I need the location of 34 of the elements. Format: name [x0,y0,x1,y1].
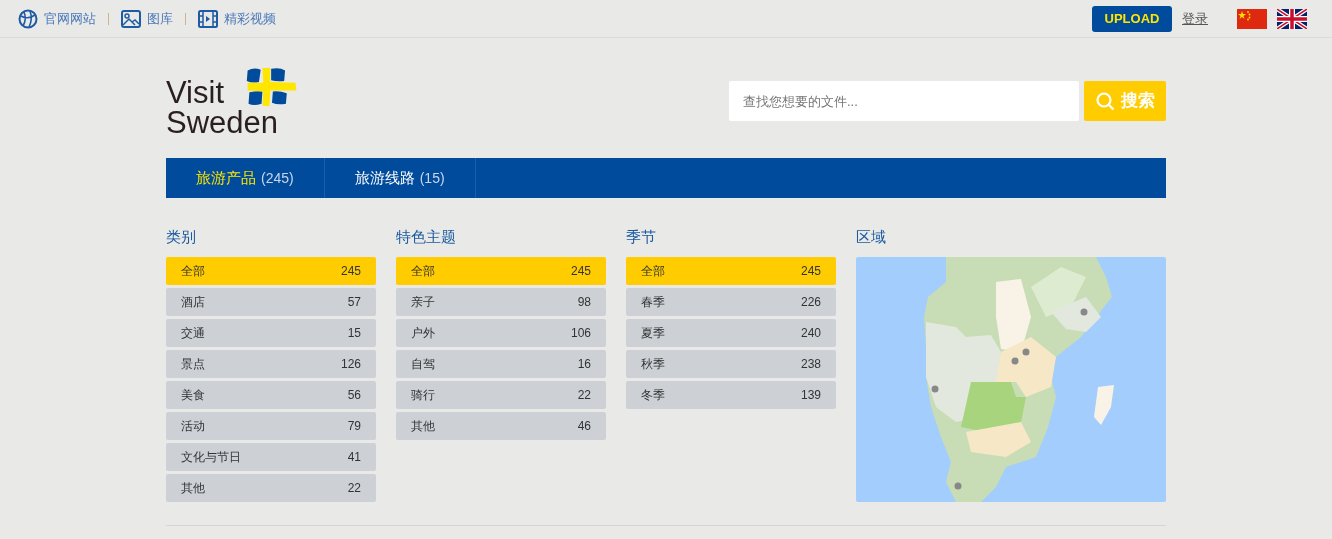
filter-item[interactable]: 自驾 16 [396,350,606,378]
search-field[interactable]: 查找您想要的文件... [729,81,1079,121]
section-heading: 区域 [856,227,887,247]
filter-item[interactable]: 美食 56 [166,381,376,409]
filter-item[interactable]: 全部 245 [166,257,376,285]
section-heading: 季节 [626,227,657,247]
upload-button[interactable]: UPLOAD [1092,5,1172,32]
filter-item[interactable]: 全部 245 [626,257,836,285]
filter-item[interactable]: 骑行 22 [396,381,606,409]
filter-item[interactable]: 其他 46 [396,412,606,440]
filter-item[interactable]: 全部 245 [396,257,606,285]
filter-item[interactable]: 其他 22 [166,474,376,502]
logo-text: Sweden [166,108,279,138]
filter-item[interactable]: 秋季 238 [626,350,836,378]
top-link[interactable]: 官网网站 [18,8,96,29]
logo[interactable]: Visit Sweden [166,64,301,138]
logo-text: Visit [166,78,225,108]
filter-item[interactable]: 景点 126 [166,350,376,378]
filter-item[interactable]: 春季 226 [626,288,836,316]
filter-item[interactable]: 户外 106 [396,319,606,347]
nav-tab[interactable]: 旅游线路 (15) [324,158,476,198]
login-link[interactable]: 登录 [1182,8,1208,29]
filter-item[interactable]: 亲子 98 [396,288,606,316]
filter-item[interactable]: 文化与节日 41 [166,443,376,471]
filter-item[interactable]: 酒店 57 [166,288,376,316]
filter-item[interactable]: 冬季 139 [626,381,836,409]
section-heading: 特色主题 [396,227,457,247]
nav-tab[interactable]: 旅游产品 (245) [166,158,325,198]
filter-item[interactable]: 夏季 240 [626,319,836,347]
filter-item[interactable]: 交通 15 [166,319,376,347]
filter-item[interactable]: 活动 79 [166,412,376,440]
section-heading: 类别 [166,227,197,247]
top-link[interactable]: 精彩视频 [198,8,276,29]
top-link[interactable]: 图库 [121,8,173,29]
